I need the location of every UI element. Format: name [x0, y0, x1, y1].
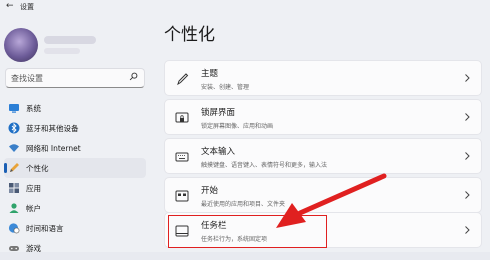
- sidebar-item-label: 帐户: [26, 204, 41, 213]
- card-subtitle: 安装、创建、管理: [201, 84, 250, 91]
- lock-screen-icon: [175, 112, 189, 123]
- card-subtitle: 锁定屏幕图像、应用和动画: [201, 123, 274, 130]
- sidebar-item-label: 网络和 Internet: [26, 144, 81, 153]
- start-icon: [175, 190, 189, 202]
- keyboard-icon: [175, 152, 189, 162]
- sidebar-item-system[interactable]: 系统: [4, 98, 146, 118]
- sidebar-item-label: 个性化: [26, 164, 49, 173]
- page-title: 个性化: [164, 25, 215, 45]
- card-title: 锁屏界面: [201, 108, 236, 118]
- globe-clock-icon: [8, 223, 20, 234]
- bluetooth-icon: [8, 122, 20, 134]
- sidebar-item-time-language[interactable]: 时间和语言: [4, 218, 146, 238]
- main-content: 个性化 主题 安装、创建、管理 锁屏界面 锁定屏幕图像、应用和动画 文本输入 触…: [158, 0, 490, 260]
- avatar[interactable]: [4, 28, 38, 62]
- chevron-right-icon: [465, 191, 470, 199]
- settings-card-taskbar[interactable]: 任务栏 任务栏行为，系统固定项: [164, 212, 482, 248]
- app-title: 设置: [20, 3, 34, 11]
- settings-card-start[interactable]: 开始 最近使用的应用和项目、文件夹: [164, 177, 482, 213]
- card-subtitle: 任务栏行为，系统固定项: [201, 236, 268, 243]
- sidebar-item-apps[interactable]: 应用: [4, 178, 146, 198]
- settings-card-themes[interactable]: 主题 安装、创建、管理: [164, 60, 482, 96]
- card-title: 开始: [201, 186, 219, 196]
- profile-name-blurred: [44, 36, 96, 44]
- search-placeholder: 查找设置: [11, 74, 43, 83]
- sidebar-item-label: 应用: [26, 184, 41, 193]
- settings-card-lock-screen[interactable]: 锁屏界面 锁定屏幕图像、应用和动画: [164, 99, 482, 135]
- card-title: 主题: [201, 69, 219, 79]
- sidebar-item-label: 蓝牙和其他设备: [26, 124, 79, 133]
- card-title: 任务栏: [201, 221, 227, 231]
- wifi-icon: [9, 144, 19, 152]
- monitor-icon: [9, 104, 19, 113]
- account-icon: [9, 203, 19, 213]
- taskbar-icon: [175, 225, 189, 237]
- brush-icon: [177, 73, 189, 86]
- pencil-icon: [10, 163, 19, 172]
- card-subtitle: 最近使用的应用和项目、文件夹: [201, 201, 286, 208]
- chevron-right-icon: [465, 113, 470, 121]
- sidebar-item-network[interactable]: 网络和 Internet: [4, 138, 146, 158]
- bottom-strip: [0, 252, 490, 260]
- sidebar-item-bluetooth[interactable]: 蓝牙和其他设备: [4, 118, 146, 138]
- apps-icon: [9, 183, 19, 193]
- chevron-right-icon: [465, 74, 470, 82]
- card-subtitle: 触摸键盘、语音键入、表情符号和更多，输入法: [201, 162, 328, 169]
- sidebar-item-label: 系统: [26, 104, 41, 113]
- sidebar: 查找设置 系统 蓝牙和其他设备 网络和 Internet 个性化 应用 帐户 时…: [0, 14, 150, 260]
- back-arrow-icon[interactable]: ←: [6, 1, 14, 11]
- settings-card-text-input[interactable]: 文本输入 触摸键盘、语音键入、表情符号和更多，输入法: [164, 138, 482, 174]
- search-input[interactable]: 查找设置: [5, 68, 145, 88]
- profile-email-blurred: [44, 48, 80, 54]
- card-title: 文本输入: [201, 147, 236, 157]
- sidebar-item-accounts[interactable]: 帐户: [4, 198, 146, 218]
- sidebar-item-label: 时间和语言: [26, 224, 64, 233]
- search-icon[interactable]: [129, 72, 138, 81]
- chevron-right-icon: [465, 226, 470, 234]
- sidebar-item-personalization[interactable]: 个性化: [4, 158, 146, 178]
- chevron-right-icon: [465, 152, 470, 160]
